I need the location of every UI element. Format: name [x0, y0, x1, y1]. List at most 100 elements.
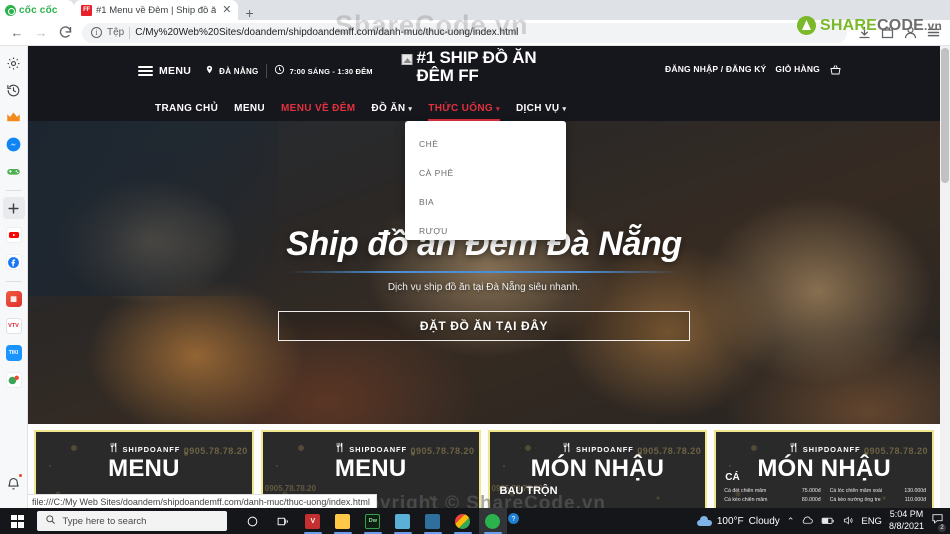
dropdown-item-bia[interactable]: BIA: [419, 197, 566, 207]
tray-onedrive-icon[interactable]: [801, 515, 814, 527]
file-explorer-icon: [335, 513, 351, 529]
header-divider: [265, 64, 267, 78]
task-view-icon[interactable]: [269, 508, 297, 534]
tray-expand-chevron-icon[interactable]: ⌃: [787, 516, 795, 527]
sidebar-item-history[interactable]: [3, 79, 25, 101]
facebook-icon: [5, 254, 22, 270]
camera-icon: [425, 513, 441, 529]
sidebar-item-premium[interactable]: [3, 106, 25, 128]
extensions-icon[interactable]: [876, 22, 898, 44]
back-button[interactable]: ←: [6, 22, 28, 44]
tray-weather[interactable]: 100°F Cloudy: [696, 515, 780, 527]
page-info-icon[interactable]: i: [91, 27, 102, 38]
weather-temp: 100°F: [716, 515, 744, 527]
taskbar-app-dreamweaver[interactable]: Dw: [359, 508, 387, 534]
tray-language-indicator[interactable]: ENG: [861, 516, 882, 527]
profile-icon[interactable]: [899, 22, 921, 44]
card-logo: SHIPDOANFF: [263, 442, 479, 456]
taskbar-app-photoshop[interactable]: [389, 508, 417, 534]
browser-menu-icon[interactable]: [922, 22, 944, 44]
reload-icon[interactable]: [54, 22, 76, 44]
site-hours: 7:00 SÁNG - 1:30 ĐÊM: [274, 62, 373, 80]
nav-item-thuc-uong[interactable]: THỨC UỐNG ▾: [428, 100, 500, 121]
tray-help-icon[interactable]: ?: [507, 512, 520, 530]
sidebar-item-notifications[interactable]: [3, 472, 25, 494]
sidebar-item-add[interactable]: [2, 197, 25, 219]
taskbar-search-input[interactable]: Type here to search: [37, 511, 227, 531]
taskbar-app-coccoc[interactable]: [478, 508, 507, 534]
fork-knife-icon: [334, 442, 345, 456]
sidebar-divider-1: [5, 190, 22, 191]
sidebar-item-youtube[interactable]: [3, 224, 25, 246]
coccoc-brand-tab[interactable]: cốc cốc: [0, 0, 74, 20]
sidebar-item-settings[interactable]: [3, 52, 25, 74]
nav-item-dich-vu[interactable]: DỊCH VỤ ▾: [516, 100, 566, 117]
scrollbar-thumb[interactable]: [941, 48, 949, 183]
action-center-button[interactable]: 2: [931, 512, 947, 533]
card-brand-label: SHIPDOANFF: [802, 444, 861, 454]
site-menu-button[interactable]: MENU: [138, 65, 191, 77]
nav-item-do-an[interactable]: ĐỒ ĂN ▾: [371, 100, 412, 117]
taskbar-app-camera[interactable]: [419, 508, 447, 534]
svg-text:?: ?: [511, 516, 515, 523]
login-register-link[interactable]: ĐĂNG NHẬP / ĐĂNG KÝ: [665, 64, 766, 74]
sidebar-item-app-red[interactable]: ▦: [3, 288, 25, 310]
card-title: MÓN NHẬU: [530, 455, 665, 482]
gear-icon: [6, 56, 21, 71]
menu-item-name: Cá kèo nướng ống tre: [829, 496, 881, 503]
nav-item-menu-ve-dem[interactable]: MENU VỀ ĐÊM: [281, 100, 355, 117]
sidebar-item-tiki[interactable]: TIKI: [3, 342, 25, 364]
dropdown-item-ca-phe[interactable]: CÀ PHÊ: [419, 168, 566, 178]
download-icon[interactable]: [853, 22, 875, 44]
menu-item-row: Cá kèo nướng ống tre 110.000đ: [830, 497, 926, 503]
hamburger-icon: [138, 65, 153, 77]
menu-card[interactable]: 0905.78.78.20 0905.78.78.20 SHIPDOANFF M…: [487, 430, 708, 508]
start-button[interactable]: [0, 508, 35, 534]
clock-time: 5:04 PM: [889, 509, 924, 520]
browser-toolbar: ← → i Tệp C/My%20Web%20Sites/doandem/shi…: [0, 20, 950, 46]
crown-icon: [6, 110, 21, 125]
forward-button[interactable]: →: [30, 22, 52, 44]
page-scrollbar[interactable]: [940, 46, 950, 508]
sidebar-item-green-app[interactable]: [3, 369, 25, 391]
sidebar-item-messenger[interactable]: [3, 133, 25, 155]
card-logo: SHIPDOANFF: [490, 442, 706, 456]
menu-item-name: Cá kèo chiên mắm: [724, 496, 768, 503]
site-brand[interactable]: #1 SHIP ĐỒ ĂN ĐÊM FF: [401, 48, 567, 86]
screenshot-root: cốc cốc FF #1 Menu về Đêm | Ship đồ ă ✕ …: [0, 0, 950, 534]
cloud-icon: [696, 516, 712, 526]
sidebar-item-facebook[interactable]: [3, 251, 25, 273]
taskbar-app-vs[interactable]: V: [299, 508, 327, 534]
history-icon: [6, 83, 21, 98]
close-tab-icon[interactable]: ✕: [220, 4, 233, 16]
nav-item-menu[interactable]: MENU: [234, 100, 265, 117]
hero-cta-button[interactable]: ĐẶT ĐỒ ĂN TẠI ĐÂY: [278, 310, 690, 341]
card-brand-label: SHIPDOANFF: [349, 444, 407, 454]
windows-taskbar: Type here to search V Dw ? 100°F Cloudy …: [0, 508, 950, 534]
green-app-icon: [5, 372, 22, 388]
menu-card[interactable]: 0905.78.78.20 SHIPDOANFF MÓN NHẬU CÁ Cá …: [714, 430, 934, 508]
tray-battery-icon[interactable]: [821, 516, 835, 527]
thuc-uong-dropdown-menu: CHÈ CÀ PHÊ BIA RƯỢU: [405, 121, 566, 240]
dropdown-item-ruou[interactable]: RƯỢU: [419, 226, 566, 236]
address-bar[interactable]: i Tệp C/My%20Web%20Sites/doandem/shipdoa…: [82, 22, 847, 43]
nav-label: MENU: [234, 103, 265, 114]
app-red-icon: ▦: [5, 291, 22, 307]
taskbar-app-explorer[interactable]: [329, 508, 357, 534]
cart-basket-icon[interactable]: [829, 63, 842, 75]
cortana-icon[interactable]: [239, 508, 267, 534]
sidebar-item-vtv[interactable]: VTV: [3, 315, 25, 337]
sidebar-item-games[interactable]: [3, 160, 25, 182]
tray-volume-icon[interactable]: [842, 515, 854, 528]
browser-tab[interactable]: FF #1 Menu về Đêm | Ship đồ ă ✕: [74, 0, 239, 20]
nav-item-trang-chu[interactable]: TRANG CHỦ: [155, 100, 218, 117]
hours-label: 7:00 SÁNG - 1:30 ĐÊM: [289, 66, 373, 76]
menu-item-row: Cá đét chiên mắm 75.000đ: [724, 488, 820, 494]
new-tab-button[interactable]: +: [238, 6, 260, 20]
dropdown-item-che[interactable]: CHÈ: [419, 139, 566, 149]
card-brand-label: SHIPDOANFF: [122, 444, 181, 454]
tray-clock[interactable]: 5:04 PM 8/8/2021: [889, 509, 924, 532]
cart-link[interactable]: GIỎ HÀNG: [775, 64, 820, 74]
nav-label: ĐỒ ĂN: [371, 103, 406, 114]
taskbar-app-chrome[interactable]: [449, 508, 477, 534]
